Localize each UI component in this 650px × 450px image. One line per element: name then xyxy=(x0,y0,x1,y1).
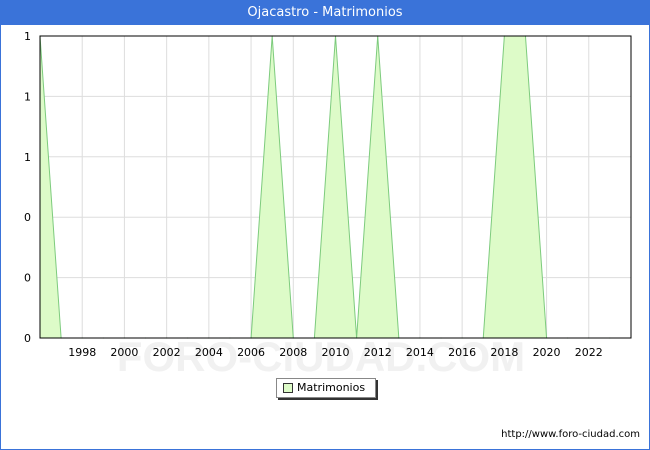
y-tick-label: 0 xyxy=(24,272,31,285)
x-tick-label: 2002 xyxy=(153,346,181,359)
x-tick-label: 2014 xyxy=(406,346,434,359)
x-tick-label: 2000 xyxy=(110,346,138,359)
y-tick-label: 0 xyxy=(24,211,31,224)
x-tick-label: 2006 xyxy=(237,346,265,359)
x-tick-label: 1998 xyxy=(68,346,96,359)
x-tick-label: 2004 xyxy=(195,346,223,359)
x-tick-label: 2018 xyxy=(490,346,518,359)
series-area xyxy=(39,35,611,339)
y-tick-label: 0 xyxy=(24,332,31,345)
x-tick-label: 2010 xyxy=(322,346,350,359)
x-tick-label: 2022 xyxy=(575,346,603,359)
x-tick-label: 2020 xyxy=(533,346,561,359)
x-tick-label: 2016 xyxy=(448,346,476,359)
x-tick-label: 2008 xyxy=(279,346,307,359)
source-url: http://www.foro-ciudad.com xyxy=(501,429,640,440)
y-tick-label: 1 xyxy=(24,90,31,103)
y-axis: 0 0 0 1 1 1 xyxy=(24,30,31,345)
y-tick-label: 1 xyxy=(24,151,31,164)
legend-label: Matrimonios xyxy=(297,381,366,394)
x-tick-label: 2012 xyxy=(364,346,392,359)
y-tick-label: 1 xyxy=(24,30,31,43)
legend: Matrimonios xyxy=(276,378,376,398)
chart-frame: Ojacastro - Matrimonios FORO-CIUDAD.COM … xyxy=(0,0,650,450)
legend-swatch xyxy=(283,383,293,393)
